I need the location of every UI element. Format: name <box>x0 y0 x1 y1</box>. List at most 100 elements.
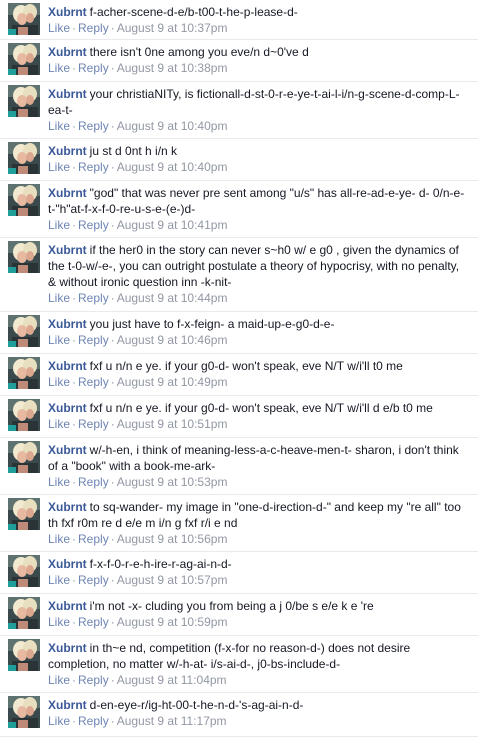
comment-author-link[interactable]: Xubrnt <box>48 641 87 655</box>
comment: Xubrnt ju st d 0nt h i/n k Like · Reply · Aug… <box>0 139 478 181</box>
avatar[interactable] <box>8 399 40 431</box>
like-link[interactable]: Like <box>48 615 70 629</box>
reply-link[interactable]: Reply <box>78 218 109 232</box>
comment-timestamp[interactable]: August 9 at 10:53pm <box>117 475 228 489</box>
comment-timestamp[interactable]: August 9 at 10:40pm <box>117 119 228 133</box>
comment-actions: Like · Reply · August 9 at 10:41pm <box>48 217 470 233</box>
reply-link[interactable]: Reply <box>78 375 109 389</box>
reply-link[interactable]: Reply <box>78 417 109 431</box>
avatar[interactable] <box>8 357 40 389</box>
like-link[interactable]: Like <box>48 375 70 389</box>
comment-author-link[interactable]: Xubrnt <box>48 698 87 712</box>
avatar[interactable] <box>8 85 40 117</box>
separator-dot: · <box>110 417 115 431</box>
comment-actions: Like · Reply · August 9 at 10:40pm <box>48 118 470 134</box>
comment-list: Xubrnt f-acher-scene-d-e/b-t00-t-he-p-lea… <box>0 0 478 737</box>
comment-body: Xubrnt i'm not -x- cluding you from being… <box>48 598 470 614</box>
like-link[interactable]: Like <box>48 475 70 489</box>
comment-timestamp[interactable]: August 9 at 10:59pm <box>117 615 228 629</box>
separator-dot: · <box>72 119 77 133</box>
reply-link[interactable]: Reply <box>78 119 109 133</box>
avatar[interactable] <box>8 3 40 35</box>
like-link[interactable]: Like <box>48 218 70 232</box>
comment-author-link[interactable]: Xubrnt <box>48 401 87 415</box>
comment-timestamp[interactable]: August 9 at 10:41pm <box>117 218 228 232</box>
comment-actions: Like · Reply · August 9 at 11:04pm <box>48 672 470 688</box>
like-link[interactable]: Like <box>48 714 70 728</box>
like-link[interactable]: Like <box>48 160 70 174</box>
comment-author-link[interactable]: Xubrnt <box>48 500 87 514</box>
comment-author-link[interactable]: Xubrnt <box>48 317 87 331</box>
comment-author-link[interactable]: Xubrnt <box>48 144 87 158</box>
comment: Xubrnt f-acher-scene-d-e/b-t00-t-he-p-lea… <box>0 0 478 40</box>
comment-timestamp[interactable]: August 9 at 11:04pm <box>117 673 227 687</box>
profile-picture-icon <box>8 498 40 530</box>
comment-body: Xubrnt you just have to f-x-feign- a maid… <box>48 316 470 332</box>
comment-body: Xubrnt d-en-eye-r/ig-ht-00-t-he-n-d-'s-ag… <box>48 697 470 713</box>
comment-text: your christiaNITy, is fictionall-d-st-0-… <box>48 87 460 117</box>
comment-timestamp[interactable]: August 9 at 10:51pm <box>117 417 228 431</box>
reply-link[interactable]: Reply <box>78 21 109 35</box>
comment-body: Xubrnt to sq-wander- my image in "one-d-i… <box>48 499 470 531</box>
comment-author-link[interactable]: Xubrnt <box>48 186 87 200</box>
reply-link[interactable]: Reply <box>78 573 109 587</box>
avatar[interactable] <box>8 43 40 75</box>
reply-link[interactable]: Reply <box>78 615 109 629</box>
separator-dot: · <box>110 475 115 489</box>
comment-author-link[interactable]: Xubrnt <box>48 443 87 457</box>
avatar[interactable] <box>8 597 40 629</box>
comment-actions: Like · Reply · August 9 at 10:56pm <box>48 531 470 547</box>
comment-timestamp[interactable]: August 9 at 10:57pm <box>117 573 228 587</box>
reply-link[interactable]: Reply <box>78 291 109 305</box>
reply-link[interactable]: Reply <box>78 160 109 174</box>
like-link[interactable]: Like <box>48 291 70 305</box>
like-link[interactable]: Like <box>48 417 70 431</box>
comment-body: Xubrnt if the her0 in the story can never… <box>48 242 470 290</box>
avatar[interactable] <box>8 696 40 728</box>
avatar[interactable] <box>8 142 40 174</box>
comment-author-link[interactable]: Xubrnt <box>48 45 87 59</box>
like-link[interactable]: Like <box>48 532 70 546</box>
reply-link[interactable]: Reply <box>78 61 109 75</box>
profile-picture-icon <box>8 399 40 431</box>
comment-timestamp[interactable]: August 9 at 10:49pm <box>117 375 228 389</box>
avatar[interactable] <box>8 555 40 587</box>
reply-link[interactable]: Reply <box>78 333 109 347</box>
comment-timestamp[interactable]: August 9 at 10:38pm <box>117 61 228 75</box>
comment-author-link[interactable]: Xubrnt <box>48 557 87 571</box>
like-link[interactable]: Like <box>48 61 70 75</box>
separator-dot: · <box>110 61 115 75</box>
comment-timestamp[interactable]: August 9 at 10:56pm <box>117 532 228 546</box>
separator-dot: · <box>110 333 115 347</box>
comment-author-link[interactable]: Xubrnt <box>48 5 87 19</box>
comment-timestamp[interactable]: August 9 at 10:44pm <box>117 291 228 305</box>
comment-timestamp[interactable]: August 9 at 10:46pm <box>117 333 228 347</box>
comment-timestamp[interactable]: August 9 at 10:40pm <box>117 160 228 174</box>
like-link[interactable]: Like <box>48 333 70 347</box>
comment-author-link[interactable]: Xubrnt <box>48 243 87 257</box>
comment: Xubrnt i'm not -x- cluding you from being… <box>0 594 478 636</box>
like-link[interactable]: Like <box>48 119 70 133</box>
reply-link[interactable]: Reply <box>78 673 109 687</box>
reply-link[interactable]: Reply <box>78 475 109 489</box>
comment-author-link[interactable]: Xubrnt <box>48 599 87 613</box>
comment-author-link[interactable]: Xubrnt <box>48 87 87 101</box>
profile-picture-icon <box>8 43 40 75</box>
like-link[interactable]: Like <box>48 573 70 587</box>
avatar[interactable] <box>8 184 40 216</box>
comment-author-link[interactable]: Xubrnt <box>48 359 87 373</box>
reply-link[interactable]: Reply <box>78 714 109 728</box>
comment-timestamp[interactable]: August 9 at 10:37pm <box>117 21 228 35</box>
comment: Xubrnt if the her0 in the story can never… <box>0 238 478 312</box>
like-link[interactable]: Like <box>48 21 70 35</box>
profile-picture-icon <box>8 241 40 273</box>
like-link[interactable]: Like <box>48 673 70 687</box>
avatar[interactable] <box>8 315 40 347</box>
avatar[interactable] <box>8 639 40 671</box>
reply-link[interactable]: Reply <box>78 532 109 546</box>
comment-timestamp[interactable]: August 9 at 11:17pm <box>117 714 227 728</box>
avatar[interactable] <box>8 441 40 473</box>
avatar[interactable] <box>8 498 40 530</box>
avatar[interactable] <box>8 241 40 273</box>
profile-picture-icon <box>8 639 40 671</box>
